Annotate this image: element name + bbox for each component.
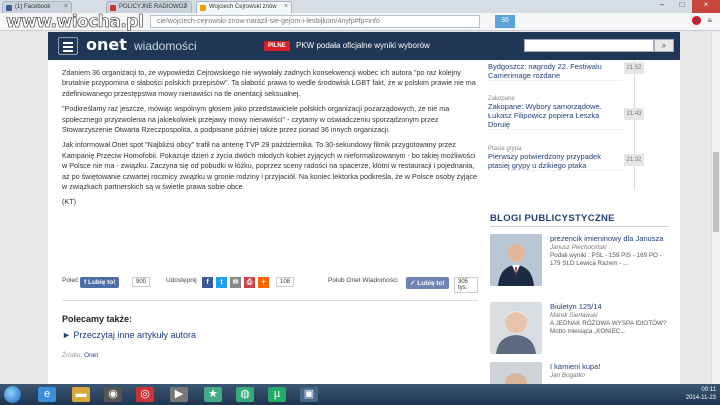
twitter-share-icon[interactable]: t <box>216 277 227 288</box>
follow-label: Polub Onet Wiadomości <box>328 277 398 284</box>
browser-toolbar-icons: ● ≡ <box>692 16 712 25</box>
internet-explorer-icon[interactable]: e <box>38 387 56 402</box>
divider <box>490 226 668 227</box>
more-share-icon[interactable]: + <box>258 277 269 288</box>
fb-like-button[interactable]: f Lubię to! <box>80 277 120 288</box>
maximize-icon[interactable]: □ <box>672 0 692 13</box>
site-header: onet wiadomości PILNE PKW podała oficjal… <box>48 32 680 60</box>
start-button[interactable] <box>4 386 21 403</box>
triangle-right-icon: ► <box>62 330 74 340</box>
page-favicon-icon <box>110 5 116 11</box>
breaking-badge: PILNE <box>264 41 290 51</box>
facebook-favicon-icon <box>6 5 12 11</box>
author-photo[interactable] <box>490 234 542 286</box>
feed-time: 21:32 <box>624 154 644 166</box>
source-line: Źródło: Onet <box>62 352 99 359</box>
article-signature: (KT) <box>62 197 76 207</box>
print-share-icon[interactable]: ⎙ <box>244 277 255 288</box>
chrome-icon[interactable]: ◍ <box>236 387 254 402</box>
url-field[interactable]: cie/wojciech-cejrowski-znow-narazil-sie-… <box>150 15 480 28</box>
news-feed-item[interactable]: Zakopane Zakopane: Wybory samorządowe. Ł… <box>488 96 623 130</box>
page-content: Zdaniem 36 organizacji to, że wypowiedzi… <box>48 60 680 384</box>
share-count: 108 <box>276 277 295 287</box>
app-icon[interactable]: ▣ <box>300 387 318 402</box>
utorrent-icon[interactable]: µ <box>268 387 286 402</box>
scrollbar-thumb[interactable] <box>713 152 719 232</box>
extension-badge[interactable]: 36 <box>495 15 515 28</box>
like-count: 900 <box>132 277 151 287</box>
hamburger-menu-icon[interactable] <box>58 37 78 55</box>
close-tab-icon[interactable]: × <box>284 3 288 10</box>
article-paragraph: Zdaniem 36 organizacji to, że wypowiedzi… <box>62 68 476 98</box>
close-tab-icon[interactable]: × <box>64 3 68 10</box>
onet-logo[interactable]: onet <box>86 35 127 54</box>
search-icon: ⌕ <box>661 41 667 50</box>
feed-time: 21:52 <box>624 62 644 74</box>
divider <box>62 300 478 301</box>
author-photo[interactable] <box>490 362 542 384</box>
minimize-icon[interactable]: – <box>652 0 672 13</box>
news-feed-item[interactable]: Ptasie grypa Pierwszy potwierdzony przyp… <box>488 146 623 171</box>
feed-time: 21:43 <box>624 108 644 120</box>
stop-icon[interactable]: ● <box>692 16 702 25</box>
author-photo[interactable] <box>490 302 542 354</box>
window-controls: – □ × <box>652 0 720 13</box>
facebook-share-icon[interactable]: f <box>202 277 213 288</box>
page-like-count: 305 tys. <box>454 277 478 293</box>
article-paragraph: Jak informował Onet spot "Najbliżsi obcy… <box>62 140 478 192</box>
system-clock[interactable]: 00:11 2014-11-23 <box>686 386 716 402</box>
page-scrollbar[interactable] <box>711 32 720 384</box>
section-name[interactable]: wiadomości <box>134 39 197 53</box>
recommended-title: Polecamy także: <box>62 314 133 324</box>
tab-active-article[interactable]: Wojciech Cejrowski znów × <box>196 1 292 13</box>
folder-icon[interactable]: ▬ <box>72 387 90 402</box>
close-tab-icon[interactable]: × <box>184 3 188 10</box>
sidebar: Bydgoszcz: nagrody 22. Festiwalu Camerim… <box>488 60 680 384</box>
email-share-icon[interactable]: ✉ <box>230 277 241 288</box>
media-icon[interactable]: ▶ <box>170 387 188 402</box>
share-bar: Poleć f Lubię to! 900 Udostępnij f t ✉ ⎙… <box>62 274 478 293</box>
app-icon[interactable]: ◉ <box>104 387 122 402</box>
onet-favicon-icon <box>200 5 206 11</box>
article-body: Zdaniem 36 organizacji to, że wypowiedzi… <box>62 68 478 213</box>
breaking-headline[interactable]: PKW podała oficjalne wyniki wyborów <box>296 41 430 50</box>
search-button[interactable]: ⌕ <box>654 39 674 52</box>
source-link[interactable]: Onet <box>84 352 98 359</box>
menu-icon[interactable]: ≡ <box>707 16 712 25</box>
more-articles-link[interactable]: ► Przeczytaj inne artykuły autora <box>62 330 196 340</box>
share-label: Udostępnij <box>166 277 197 284</box>
app-icon[interactable]: ★ <box>204 387 222 402</box>
fb-like-page-button[interactable]: ✓ Lubię to! <box>406 277 449 289</box>
news-feed-item[interactable]: Bydgoszcz: nagrody 22. Festiwalu Camerim… <box>488 62 623 81</box>
os-taskbar: e ▬ ◉ ◎ ▶ ★ ◍ µ ▣ 00:11 2014-11-23 <box>0 384 720 405</box>
timeline-line <box>634 60 635 190</box>
wiocha-watermark-logo: www.wiocha.pl <box>6 12 144 33</box>
recommend-label: Poleć <box>62 277 79 284</box>
close-window-icon[interactable]: × <box>692 0 720 13</box>
blogs-heading: BLOGI PUBLICYSTYCZNE <box>490 213 615 224</box>
search-input[interactable] <box>524 39 654 52</box>
article-paragraph: "Podkreślamy raz jeszcze, mówiąc wspólny… <box>62 104 450 135</box>
app-icon[interactable]: ◎ <box>136 387 154 402</box>
